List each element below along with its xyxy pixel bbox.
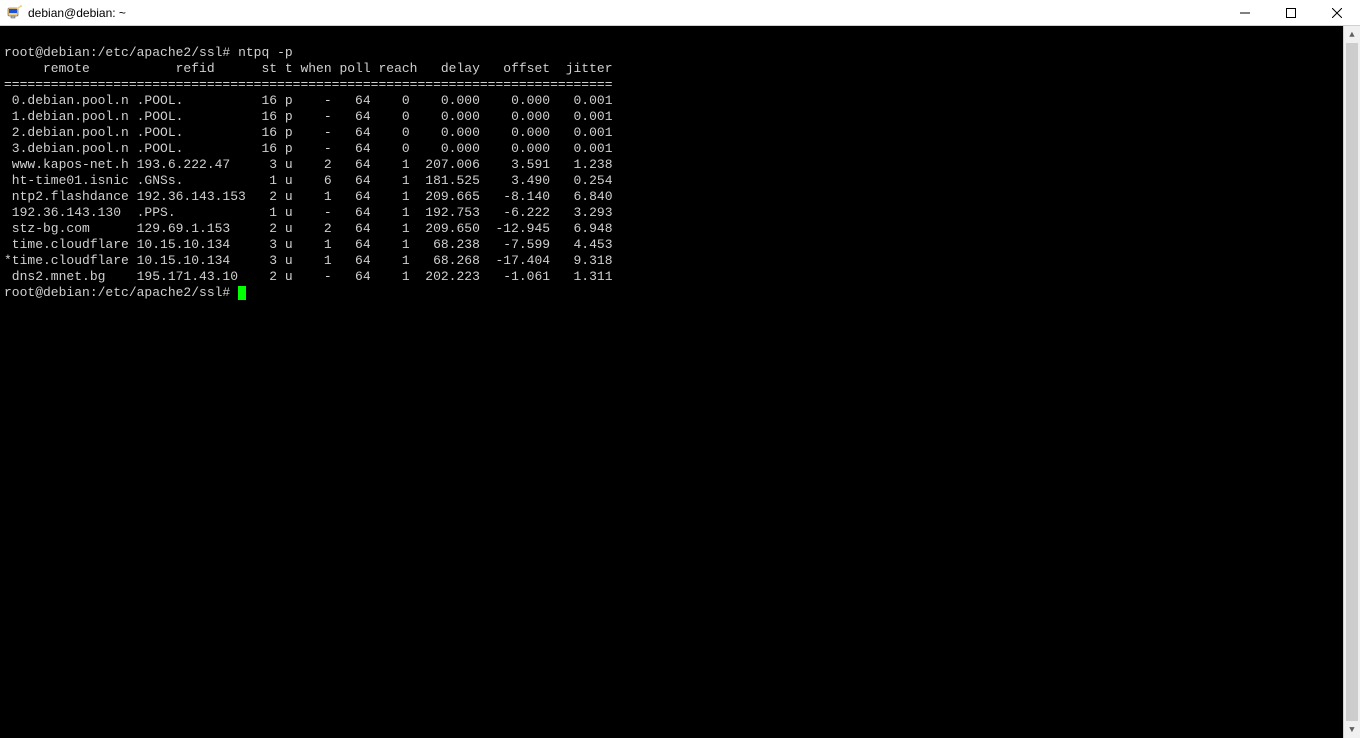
close-button[interactable] bbox=[1314, 0, 1360, 26]
command-text: ntpq -p bbox=[238, 45, 293, 60]
ntpq-header: remote refid st t when poll reach delay … bbox=[4, 61, 613, 76]
terminal-area[interactable]: root@debian:/etc/apache2/ssl# ntpq -p re… bbox=[0, 26, 1360, 738]
scrollbar-up-arrow[interactable]: ▲ bbox=[1344, 26, 1360, 43]
scrollbar-thumb[interactable] bbox=[1346, 43, 1358, 721]
terminal-cursor bbox=[238, 286, 246, 300]
ntpq-rows: 0.debian.pool.n .POOL. 16 p - 64 0 0.000… bbox=[4, 93, 1356, 285]
prompt-line-2: root@debian:/etc/apache2/ssl# bbox=[4, 285, 238, 300]
ntpq-separator: ========================================… bbox=[4, 77, 613, 92]
window-titlebar[interactable]: debian@debian: ~ bbox=[0, 0, 1360, 26]
scrollbar-down-arrow[interactable]: ▼ bbox=[1344, 721, 1360, 738]
prompt-line-1: root@debian:/etc/apache2/ssl# ntpq -p bbox=[4, 45, 293, 60]
putty-icon bbox=[6, 5, 22, 21]
terminal-scrollbar[interactable]: ▲ ▼ bbox=[1343, 26, 1360, 738]
minimize-button[interactable] bbox=[1222, 0, 1268, 26]
window-title: debian@debian: ~ bbox=[28, 6, 1222, 20]
window-controls bbox=[1222, 0, 1360, 25]
maximize-button[interactable] bbox=[1268, 0, 1314, 26]
